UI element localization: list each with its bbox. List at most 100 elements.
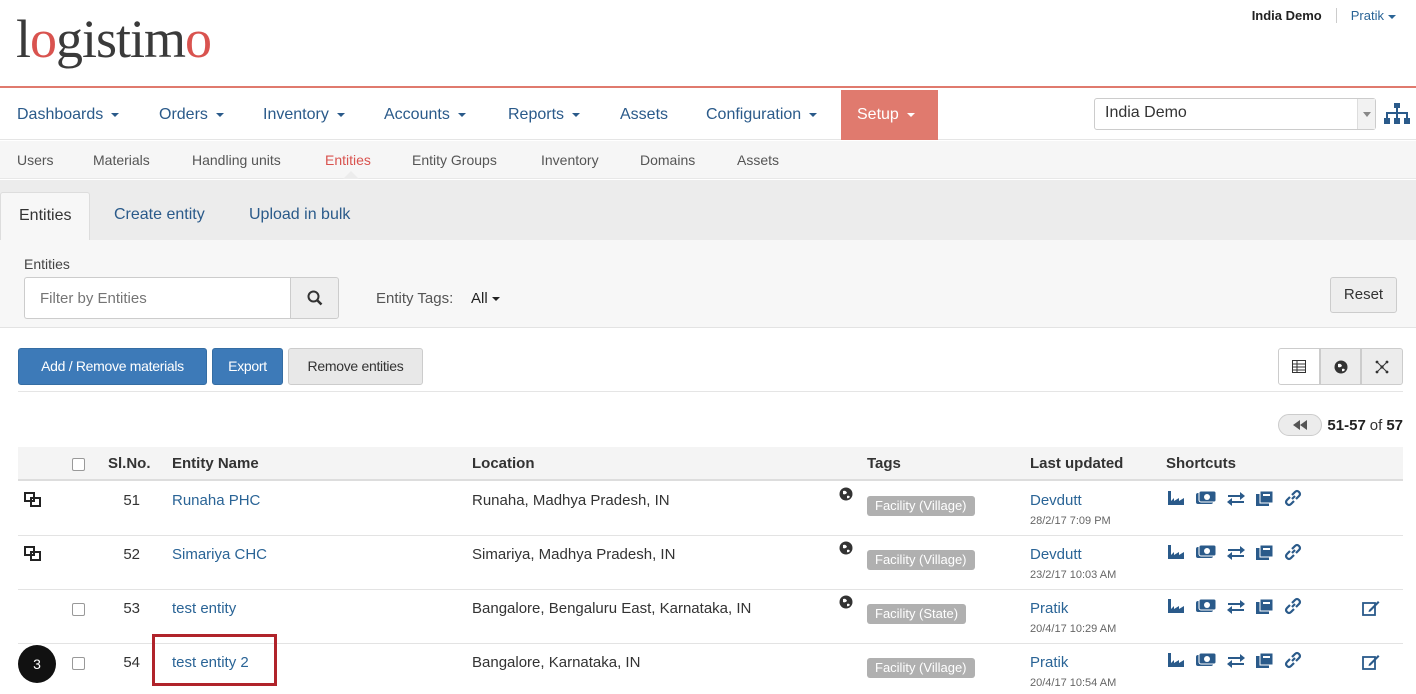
subnav-inventory[interactable]: Inventory (541, 152, 599, 168)
nav-configuration[interactable]: Configuration (689, 90, 834, 140)
map-view-button[interactable] (1319, 348, 1362, 385)
updated-by-link[interactable]: Devdutt (1030, 492, 1082, 509)
network-view-button[interactable] (1361, 348, 1404, 385)
nav-assets[interactable]: Assets (603, 90, 685, 140)
transfer-icon[interactable] (1226, 489, 1246, 507)
entity-location: Runaha, Madhya Pradesh, IN (472, 492, 670, 509)
entity-tag-badge: Facility (Village) (867, 658, 975, 678)
edit-icon[interactable] (1362, 654, 1380, 670)
transfer-icon[interactable] (1226, 597, 1246, 615)
transfer-icon[interactable] (1226, 651, 1246, 669)
nav-dashboards[interactable]: Dashboards (0, 90, 136, 140)
select-arrow-icon (1357, 99, 1375, 129)
factory-icon[interactable] (1166, 489, 1186, 507)
shortcut-icons (1166, 543, 1302, 561)
view-toggle-group (1278, 348, 1404, 385)
edit-icon[interactable] (1362, 600, 1380, 616)
nav-orders[interactable]: Orders (142, 90, 241, 140)
header-tags: Tags (867, 455, 901, 472)
factory-icon[interactable] (1166, 651, 1186, 669)
select-all-checkbox[interactable] (72, 458, 85, 471)
linked-entity-icon[interactable] (24, 546, 42, 562)
tab-upload-in-bulk[interactable]: Upload in bulk (231, 192, 368, 240)
table-view-button[interactable] (1278, 348, 1320, 385)
link-icon[interactable] (1284, 489, 1302, 507)
updated-time: 23/2/17 10:03 AM (1030, 569, 1117, 581)
main-navigation: Dashboards Orders Inventory Accounts Rep… (0, 90, 1416, 140)
orders-icon[interactable] (1195, 489, 1217, 507)
subnav-entities[interactable]: Entities (325, 152, 371, 168)
tab-entities[interactable]: Entities (0, 192, 91, 240)
nav-label: Configuration (706, 106, 802, 123)
user-menu[interactable]: Pratik (1337, 8, 1396, 23)
subnav-assets[interactable]: Assets (737, 152, 779, 168)
updated-time: 20/4/17 10:29 AM (1030, 623, 1117, 635)
search-button[interactable] (290, 277, 339, 319)
factory-icon[interactable] (1166, 543, 1186, 561)
nav-setup[interactable]: Setup (841, 90, 938, 140)
inventory-icon[interactable] (1255, 651, 1275, 669)
tab-create-entity[interactable]: Create entity (96, 192, 223, 240)
linked-entity-icon[interactable] (24, 492, 42, 508)
globe-icon (1334, 360, 1347, 373)
inventory-icon[interactable] (1255, 543, 1275, 561)
entity-tags-label: Entity Tags: (376, 290, 454, 307)
domain-select[interactable]: India Demo (1094, 98, 1376, 130)
row-checkbox[interactable] (72, 603, 85, 616)
entity-tags-dropdown[interactable]: All (471, 290, 500, 307)
link-icon[interactable] (1284, 597, 1302, 615)
entity-name-link[interactable]: Runaha PHC (172, 492, 260, 509)
entity-tag-badge: Facility (Village) (867, 496, 975, 516)
first-page-button[interactable] (1278, 414, 1323, 436)
export-button[interactable]: Export (212, 348, 283, 385)
updated-by-link[interactable]: Pratik (1030, 600, 1068, 617)
nav-accounts[interactable]: Accounts (367, 90, 483, 140)
nav-reports[interactable]: Reports (491, 90, 597, 140)
orders-icon[interactable] (1195, 597, 1217, 615)
header-entity-name[interactable]: Entity Name (172, 455, 259, 472)
globe-icon[interactable] (839, 487, 853, 501)
setup-sub-navigation: Users Materials Handling units Entities … (0, 141, 1416, 179)
link-icon[interactable] (1284, 651, 1302, 669)
globe-icon[interactable] (839, 595, 853, 609)
updated-by-link[interactable]: Devdutt (1030, 546, 1082, 563)
row-sl-no: 52 (123, 546, 140, 563)
orders-icon[interactable] (1195, 543, 1217, 561)
add-remove-materials-button[interactable]: Add / Remove materials (18, 348, 207, 385)
page-total: 57 (1386, 416, 1403, 434)
row-checkbox[interactable] (72, 657, 85, 670)
transfer-icon[interactable] (1226, 543, 1246, 561)
nav-label: Dashboards (17, 106, 104, 123)
globe-icon[interactable] (839, 541, 853, 555)
subnav-users[interactable]: Users (17, 152, 54, 168)
subnav-entity-groups[interactable]: Entity Groups (412, 152, 497, 168)
orders-icon[interactable] (1195, 651, 1217, 669)
nav-label: Setup (857, 106, 899, 123)
entity-name-link[interactable]: test entity (172, 600, 236, 617)
search-icon (307, 290, 323, 306)
logistimo-logo[interactable]: logistimo (16, 8, 212, 70)
nav-inventory[interactable]: Inventory (246, 90, 362, 140)
entity-name-link[interactable]: Simariya CHC (172, 546, 267, 563)
nav-label: Assets (620, 106, 669, 123)
domain-hierarchy-icon[interactable] (1384, 102, 1410, 126)
subnav-domains[interactable]: Domains (640, 152, 695, 168)
active-pointer (343, 171, 359, 179)
backward-icon (1293, 420, 1308, 430)
link-icon[interactable] (1284, 543, 1302, 561)
remove-entities-button[interactable]: Remove entities (288, 348, 423, 385)
entity-filter-input[interactable] (24, 277, 290, 319)
shortcut-icons (1166, 597, 1302, 615)
chevron-down-icon (111, 112, 120, 117)
table-header: Sl.No. Entity Name Location Tags Last up… (18, 447, 1403, 481)
updated-by-link[interactable]: Pratik (1030, 654, 1068, 671)
entity-tag-badge: Facility (Village) (867, 550, 975, 570)
factory-icon[interactable] (1166, 597, 1186, 615)
top-right-menu: India Demo Pratik (1252, 8, 1396, 23)
subnav-materials[interactable]: Materials (93, 152, 150, 168)
reset-button[interactable]: Reset (1330, 277, 1397, 313)
nav-label: Inventory (263, 106, 329, 123)
inventory-icon[interactable] (1255, 597, 1275, 615)
subnav-handling-units[interactable]: Handling units (192, 152, 281, 168)
inventory-icon[interactable] (1255, 489, 1275, 507)
